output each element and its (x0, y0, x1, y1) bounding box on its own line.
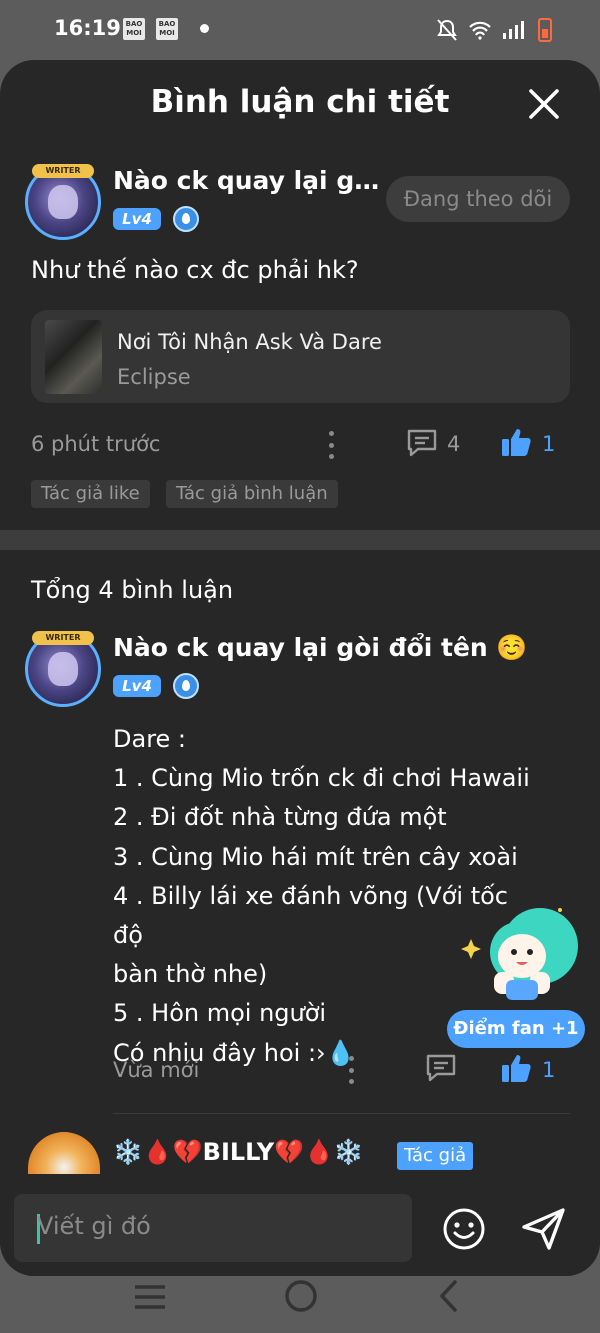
like-count: 1 (542, 432, 556, 456)
more-options-icon[interactable] (328, 431, 334, 459)
comment-time: Vừa mới (113, 1058, 200, 1082)
comment-detail-sheet: Bình luận chi tiết WRITER Nào ck quay lạ… (0, 60, 600, 1276)
emoji-icon[interactable] (442, 1207, 486, 1251)
comment-line: Dare : (113, 725, 187, 753)
level-badge: Lv4 (113, 208, 161, 230)
back-icon[interactable] (437, 1279, 461, 1313)
level-badge: Lv4 (113, 675, 161, 697)
status-time: 16:19 (54, 16, 121, 40)
author-badge: Tác giả (397, 1142, 474, 1170)
send-icon[interactable] (521, 1207, 567, 1251)
wifi-icon (469, 21, 491, 40)
thumbs-up-icon[interactable] (500, 426, 532, 458)
section-divider (0, 530, 600, 550)
system-navigation-bar (0, 1276, 600, 1333)
story-title: Nơi Tôi Nhận Ask Và Dare (117, 330, 382, 354)
water-drop-badge-icon (173, 673, 199, 699)
fan-mascot-sticker (461, 908, 578, 1000)
water-drop-badge-icon (173, 206, 199, 232)
comment-icon[interactable] (406, 428, 438, 458)
comment-line: 2 . Đi đốt nhà từng đứa một (113, 803, 447, 832)
following-button[interactable]: Đang theo dõi (386, 176, 570, 222)
author-commented-tag: Tác giả bình luận (166, 480, 338, 508)
status-icons (436, 16, 552, 44)
more-options-icon[interactable] (348, 1056, 354, 1084)
signal-icon (503, 21, 524, 39)
reply-author-name[interactable]: ❄️🩸💔BILLY💔🩸❄️ (113, 1138, 364, 1166)
recent-apps-icon[interactable] (133, 1282, 167, 1312)
reply-author-avatar[interactable] (28, 1132, 100, 1176)
home-icon[interactable] (284, 1279, 318, 1313)
mute-bell-icon (437, 19, 457, 41)
story-subtitle: Eclipse (117, 365, 191, 389)
reply-icon[interactable] (425, 1053, 457, 1083)
author-liked-tag: Tác giả like (31, 480, 150, 508)
writer-badge: WRITER (32, 631, 94, 645)
notification-dot-icon (200, 24, 209, 33)
post-author-name[interactable]: Nào ck quay lại gòi đổi tên ☺️ (113, 166, 381, 196)
comment-composer (0, 1174, 600, 1276)
status-bar: 16:19 BAO MOI BAO MOI (0, 0, 600, 60)
comment-author-name[interactable]: Nào ck quay lại gòi đổi tên ☺️ (113, 633, 543, 663)
baomoi-notification-icon: BAO MOI (156, 18, 178, 40)
comment-input[interactable] (37, 1212, 397, 1240)
close-icon[interactable] (526, 86, 562, 122)
fan-points-pill: Điểm fan +1 (447, 1010, 585, 1048)
post-text: Như thế nào cx đc phải hk? (31, 256, 359, 284)
post-time: 6 phút trước (31, 432, 161, 456)
comment-line: 3 . Cùng Mio hái mít trên cây xoài (113, 842, 518, 871)
total-comments-label: Tổng 4 bình luận (31, 576, 234, 604)
comment-count: 4 (447, 432, 461, 456)
sheet-title: Bình luận chi tiết (150, 84, 450, 120)
battery-icon (538, 18, 552, 42)
baomoi-notification-icon: BAO MOI (123, 18, 145, 40)
comment-input-box[interactable] (14, 1194, 412, 1262)
writer-badge: WRITER (32, 164, 94, 178)
thumbs-up-icon[interactable] (500, 1052, 532, 1084)
reply-divider (113, 1113, 570, 1114)
story-link-card[interactable]: Nơi Tôi Nhận Ask Và Dare Eclipse (31, 310, 570, 403)
comment-line: 1 . Cùng Mio trốn ck đi chơi Hawaii (113, 764, 530, 793)
comment-like-count: 1 (542, 1058, 556, 1082)
story-cover-image (45, 320, 102, 394)
